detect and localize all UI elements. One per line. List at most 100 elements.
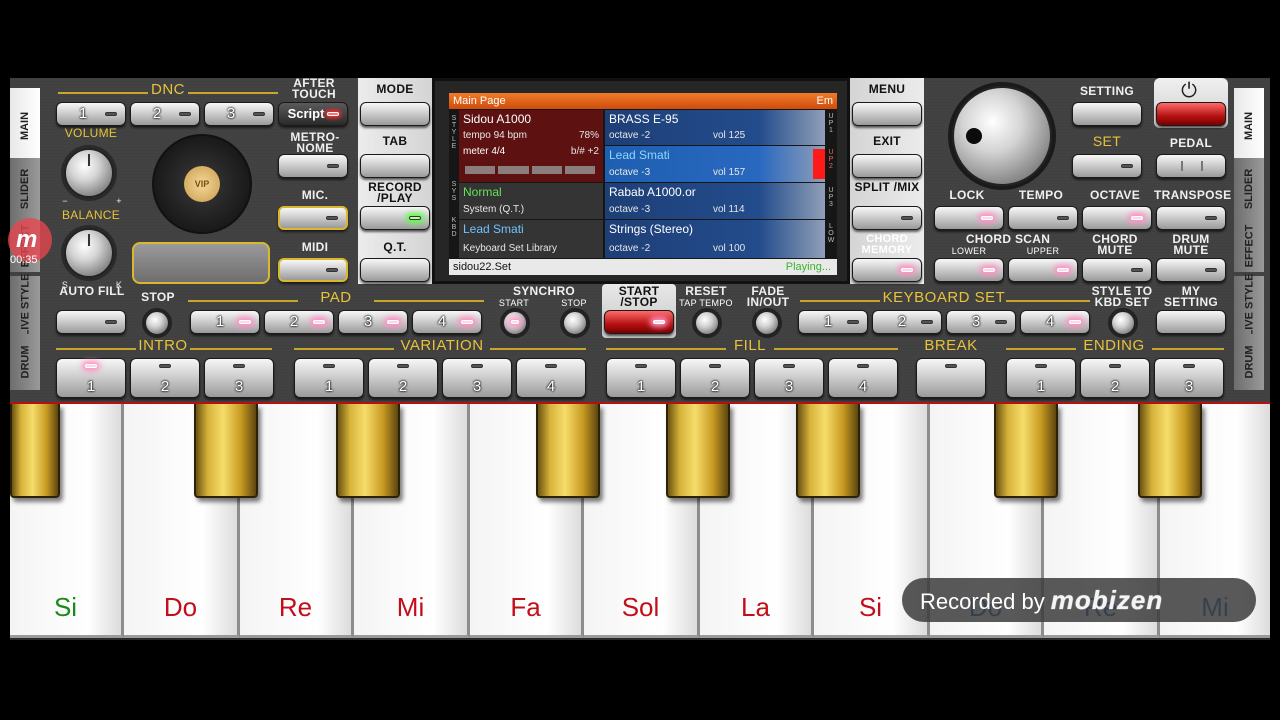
black-key[interactable] <box>336 404 400 498</box>
style-to-kbd-button[interactable] <box>1110 310 1136 336</box>
led-indicator <box>635 364 647 368</box>
setting-button[interactable] <box>1072 102 1142 126</box>
my-setting-button[interactable] <box>1156 310 1226 334</box>
variation-button-3[interactable]: 3 <box>442 358 512 398</box>
fade-button[interactable] <box>754 310 780 336</box>
synchro-start-button[interactable] <box>502 310 528 336</box>
transpose-button[interactable] <box>1156 206 1226 230</box>
black-key[interactable] <box>796 404 860 498</box>
led-indicator <box>159 364 171 368</box>
lcd-style-cell[interactable]: Sidou A1000 tempo 94 bpm 78% meter 4/4 b… <box>459 110 603 182</box>
voice-name: Strings (Stereo) <box>609 222 694 236</box>
dnc-button-3[interactable]: 3 <box>204 102 274 126</box>
lcd-voice-up1[interactable]: BRASS E-95 octave -2 vol 125 <box>605 110 825 145</box>
intro-button-3[interactable]: 3 <box>204 358 274 398</box>
sys-name: Normal <box>463 185 502 199</box>
intro-button-2[interactable]: 2 <box>130 358 200 398</box>
variation-button-2[interactable]: 2 <box>368 358 438 398</box>
display-pad[interactable] <box>132 242 270 284</box>
side-tab-effect-right[interactable]: EFFECT <box>1234 220 1264 272</box>
power-button[interactable] <box>1156 102 1226 126</box>
balance-knob[interactable] <box>64 228 114 278</box>
ending-button-3[interactable]: 3 <box>1154 358 1224 398</box>
lcd-voice-up2[interactable]: Lead Smati octave -3 vol 157 <box>605 146 825 182</box>
keyboard-set-button-4[interactable]: 4 <box>1020 310 1090 334</box>
side-tab-live-style-right[interactable]: LIVE STYLE <box>1234 274 1264 336</box>
lcd-kbd-cell[interactable]: Lead Smati Keyboard Set Library <box>459 220 603 258</box>
lcd-voice-low[interactable]: Strings (Stereo) octave -2 vol 100 <box>605 220 825 258</box>
keyboard-set-button-2[interactable]: 2 <box>872 310 942 334</box>
split-mix-button[interactable] <box>852 206 922 230</box>
ending-button-1[interactable]: 1 <box>1006 358 1076 398</box>
black-key[interactable] <box>994 404 1058 498</box>
menu-button[interactable] <box>852 102 922 126</box>
variation-button-4[interactable]: 4 <box>516 358 586 398</box>
recorder-timer[interactable]: m 00:35 <box>0 218 62 276</box>
pad-button-2[interactable]: 2 <box>264 310 334 334</box>
break-button[interactable] <box>916 358 986 398</box>
chord-mute-label: CHORD MUTE <box>1092 232 1138 257</box>
keyboard-set-button-1[interactable]: 1 <box>798 310 868 334</box>
set-button[interactable] <box>1072 154 1142 178</box>
chord-scan-lower-button[interactable] <box>934 258 1004 282</box>
fill-button-1[interactable]: 1 <box>606 358 676 398</box>
black-key[interactable] <box>10 404 60 498</box>
side-tab-drum-right[interactable]: DRUM <box>1234 334 1264 390</box>
black-key[interactable] <box>536 404 600 498</box>
chord-scan-upper-button[interactable] <box>1008 258 1078 282</box>
side-tab-slider-left[interactable]: SLIDER <box>10 158 40 220</box>
fill-button-3[interactable]: 3 <box>754 358 824 398</box>
synchro-stop-button[interactable] <box>562 310 588 336</box>
pad-button-3[interactable]: 3 <box>338 310 408 334</box>
script-button[interactable]: Script <box>278 102 348 126</box>
tempo-button[interactable] <box>1008 206 1078 230</box>
vip-disc[interactable]: VIP <box>152 134 252 234</box>
chord-mute-button[interactable] <box>1082 258 1152 282</box>
fill-button-2[interactable]: 2 <box>680 358 750 398</box>
mode-button[interactable] <box>360 102 430 126</box>
button-number: 2 <box>160 378 170 395</box>
note-label: Mi <box>396 592 425 622</box>
voice-volume: vol 157 <box>713 167 746 178</box>
volume-knob[interactable] <box>64 148 114 198</box>
fill-button-4[interactable]: 4 <box>828 358 898 398</box>
record-play-button[interactable] <box>360 206 430 230</box>
pad-stop-button[interactable] <box>144 310 170 336</box>
voice-volume: vol 114 <box>713 204 745 215</box>
lcd-voice-up3[interactable]: Rabab A1000.or octave -3 vol 114 <box>605 183 825 219</box>
reset-button[interactable] <box>694 310 720 336</box>
pedal-button[interactable] <box>1156 154 1226 178</box>
start-stop-button[interactable] <box>604 310 674 334</box>
side-tab-main-right[interactable]: MAIN <box>1234 88 1264 164</box>
black-key[interactable] <box>194 404 258 498</box>
lcd-sys-cell[interactable]: Normal System (Q.T.) <box>459 183 603 219</box>
lock-button[interactable] <box>934 206 1004 230</box>
lcd-screen: Main Page Em S T Y L E S Y S K B D Sidou… <box>449 93 837 275</box>
mic-button[interactable] <box>278 206 348 230</box>
chord-memory-button[interactable] <box>852 258 922 282</box>
black-key[interactable] <box>1138 404 1202 498</box>
pad-button-4[interactable]: 4 <box>412 310 482 334</box>
pad-button-1[interactable]: 1 <box>190 310 260 334</box>
midi-button[interactable] <box>278 258 348 282</box>
side-tab-live-style-left[interactable]: LIVE STYLE <box>10 274 40 336</box>
data-dial[interactable] <box>952 86 1052 186</box>
side-tab-slider-right[interactable]: SLIDER <box>1234 158 1264 220</box>
drum-mute-button[interactable] <box>1156 258 1226 282</box>
metronome-button[interactable] <box>278 154 348 178</box>
variation-button-1[interactable]: 1 <box>294 358 364 398</box>
auto-fill-button[interactable] <box>56 310 126 334</box>
exit-button[interactable] <box>852 154 922 178</box>
octave-button[interactable] <box>1082 206 1152 230</box>
mode-label: MODE <box>376 82 414 96</box>
intro-button-1[interactable]: 1 <box>56 358 126 398</box>
qt-button[interactable] <box>360 258 430 282</box>
keyboard-set-button-3[interactable]: 3 <box>946 310 1016 334</box>
ending-button-2[interactable]: 2 <box>1080 358 1150 398</box>
side-tab-drum-left[interactable]: DRUM <box>10 334 40 390</box>
tab-button[interactable] <box>360 154 430 178</box>
side-tab-main-left[interactable]: MAIN <box>10 88 40 164</box>
black-key[interactable] <box>666 404 730 498</box>
knob-indicator <box>88 154 90 166</box>
led-indicator <box>239 320 251 324</box>
